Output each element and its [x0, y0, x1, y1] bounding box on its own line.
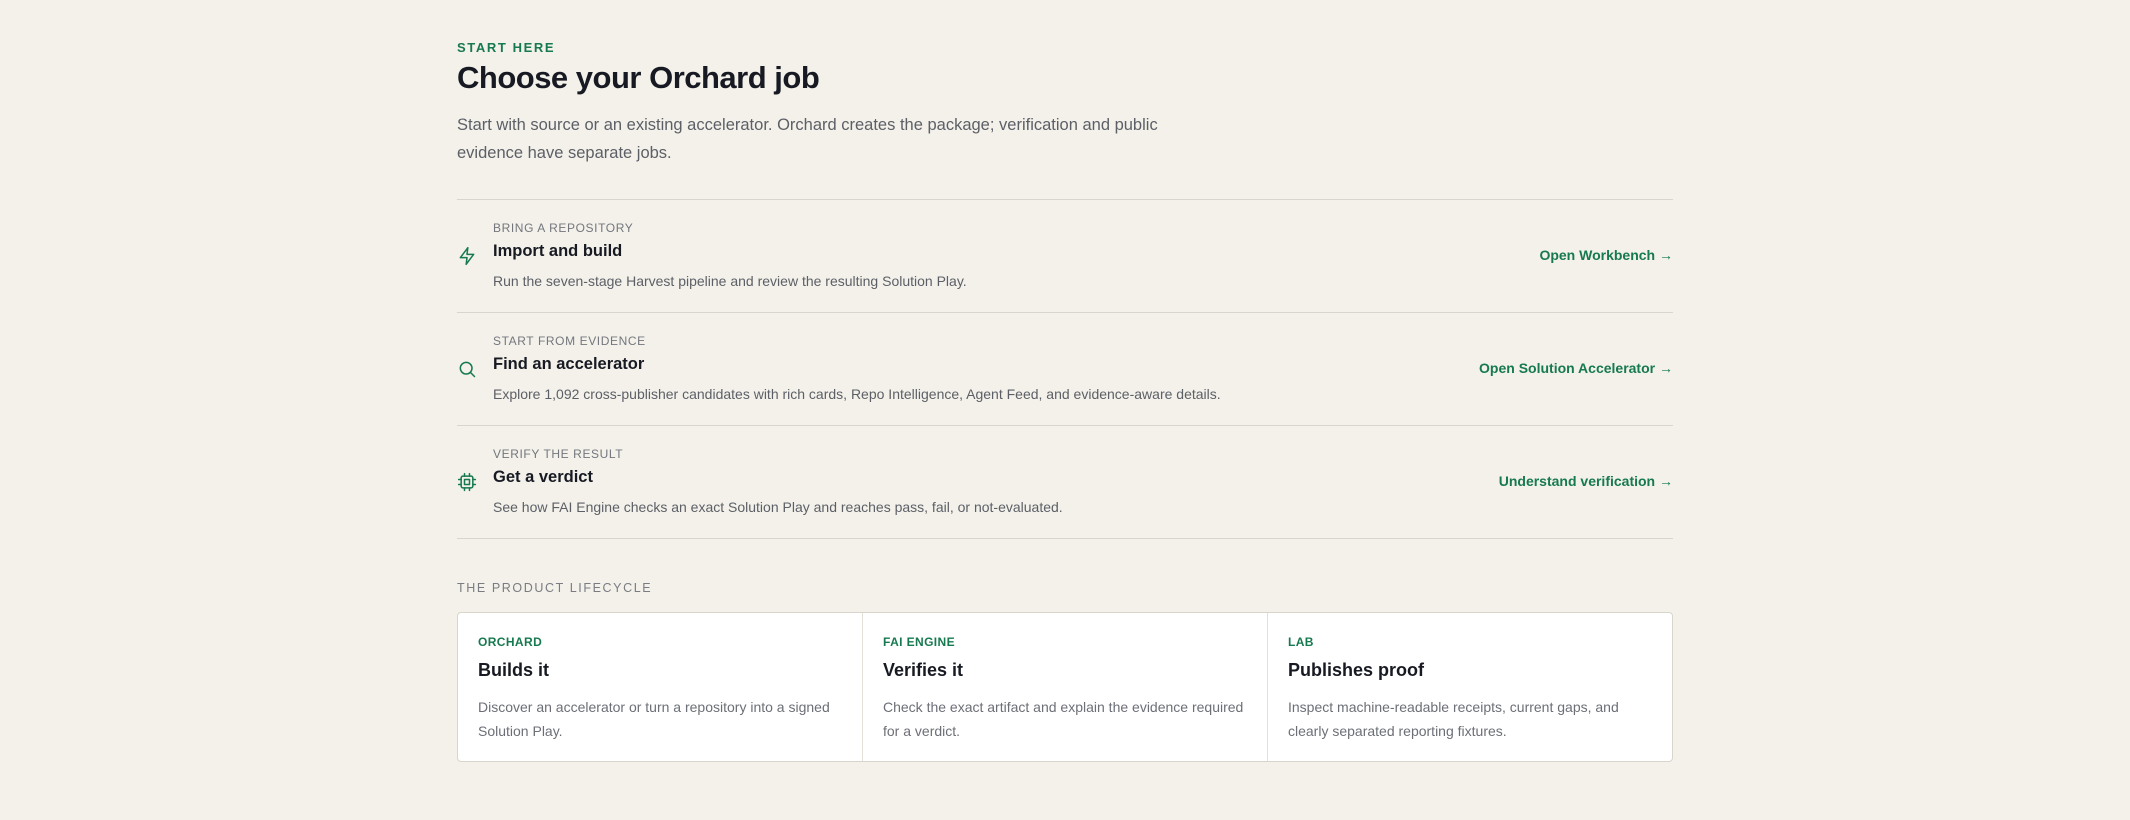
stage-kicker: LAB: [1288, 635, 1314, 649]
job-row-verdict[interactable]: VERIFY THE RESULT Get a verdict See how …: [457, 426, 1673, 539]
stage-title: Builds it: [478, 660, 549, 680]
open-solution-accelerator-link[interactable]: Open Solution Accelerator →: [1479, 360, 1673, 376]
page-title: Choose your Orchard job: [457, 60, 820, 95]
job-description: Run the seven-stage Harvest pipeline and…: [493, 273, 967, 289]
job-list: BRING A REPOSITORY Import and build Run …: [457, 199, 1673, 539]
lightning-bolt-icon: [457, 246, 477, 266]
stage-title: Publishes proof: [1288, 660, 1425, 680]
eyebrow-label: START HERE: [457, 40, 556, 55]
job-row-find[interactable]: START FROM EVIDENCE Find an accelerator …: [457, 313, 1673, 426]
job-description: Explore 1,092 cross-publisher candidates…: [493, 386, 1221, 402]
chip-icon: [457, 472, 477, 492]
job-kicker: BRING A REPOSITORY: [493, 221, 634, 235]
stage-description: Inspect machine-readable receipts, curre…: [1288, 699, 1619, 739]
search-icon: [457, 359, 477, 379]
stage-description: Discover an accelerator or turn a reposi…: [478, 699, 830, 739]
job-kicker: VERIFY THE RESULT: [493, 447, 624, 461]
stage-title: Verifies it: [883, 660, 964, 680]
lifecycle-panel: ORCHARD Builds it Discover an accelerato…: [457, 612, 1673, 762]
job-title: Get a verdict: [493, 468, 593, 486]
understand-verification-link[interactable]: Understand verification →: [1499, 473, 1673, 489]
job-row-import[interactable]: BRING A REPOSITORY Import and build Run …: [457, 200, 1673, 313]
intro-text: Start with source or an existing acceler…: [457, 116, 1158, 162]
lifecycle-stage-orchard: ORCHARD Builds it Discover an accelerato…: [458, 613, 863, 761]
job-description: See how FAI Engine checks an exact Solut…: [493, 499, 1063, 515]
stage-kicker: FAI ENGINE: [883, 635, 956, 649]
stage-kicker: ORCHARD: [478, 635, 543, 649]
job-title: Find an accelerator: [493, 355, 645, 373]
job-kicker: START FROM EVIDENCE: [493, 334, 646, 348]
stage-description: Check the exact artifact and explain the…: [883, 699, 1244, 739]
lifecycle-section-label: THE PRODUCT LIFECYCLE: [457, 581, 653, 595]
open-workbench-link[interactable]: Open Workbench →: [1539, 247, 1673, 263]
job-title: Import and build: [493, 242, 623, 260]
lifecycle-stage-lab: LAB Publishes proof Inspect machine-read…: [1268, 613, 1672, 761]
lifecycle-stage-fai-engine: FAI ENGINE Verifies it Check the exact a…: [863, 613, 1268, 761]
